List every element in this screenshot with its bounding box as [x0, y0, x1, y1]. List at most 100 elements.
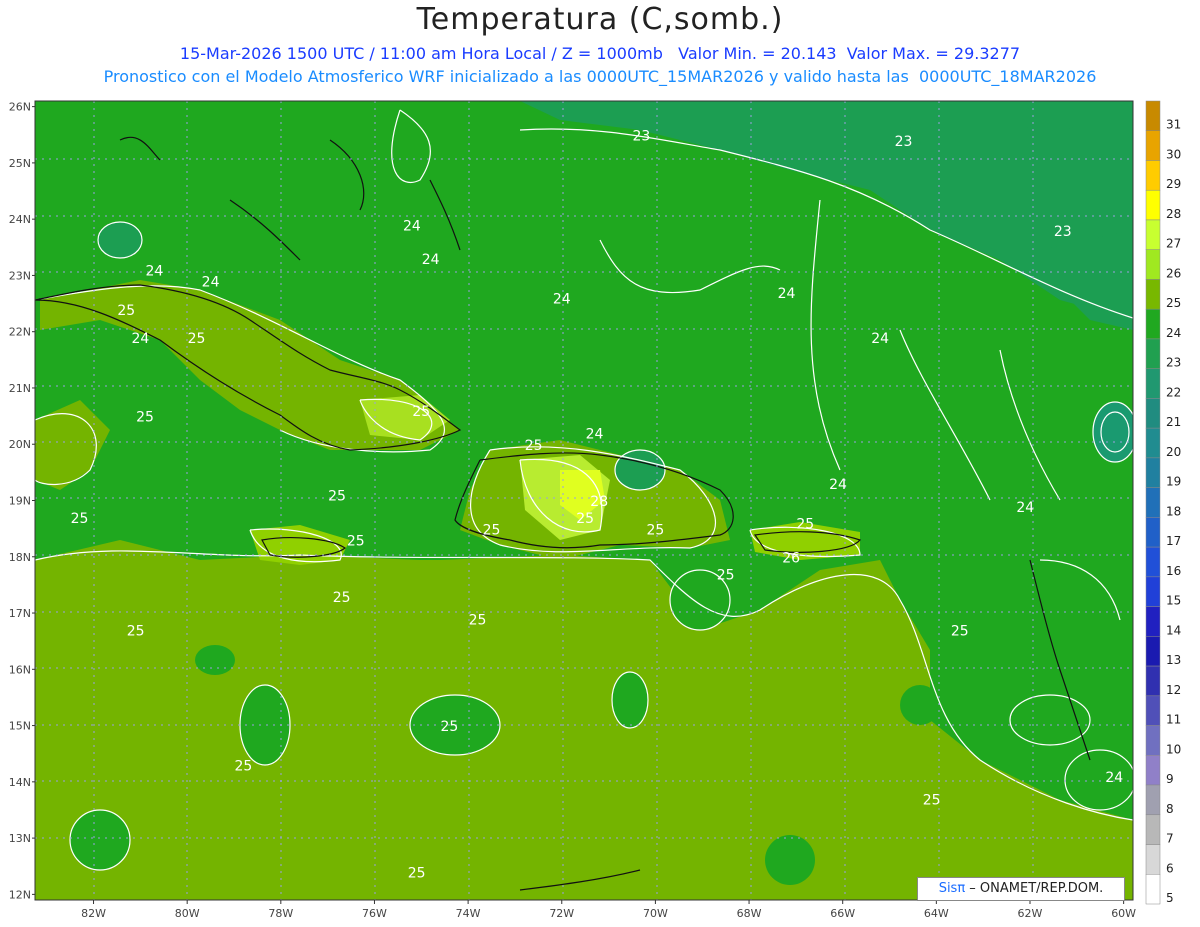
- map-title: Temperatura (C,somb.): [416, 2, 784, 37]
- colorbar-cell: [1145, 636, 1161, 667]
- lon-tick-label: 80W: [175, 907, 200, 920]
- contour-label: 24: [403, 218, 421, 234]
- colorbar-label: 26: [1166, 266, 1181, 280]
- sispi-logo: Sisπ: [938, 881, 966, 896]
- contour-label: 24: [778, 286, 796, 302]
- lat-tick-label: 22N: [9, 326, 31, 339]
- lat-tick-label: 12N: [9, 888, 31, 901]
- lat-tick-label: 18N: [9, 551, 31, 564]
- contour-label: 25: [796, 517, 814, 533]
- colorbar-cell: [1145, 338, 1161, 369]
- contour-label: 25: [188, 331, 206, 347]
- colorbar-label: 19: [1166, 475, 1181, 489]
- colorbar-cell: [1145, 368, 1161, 399]
- contour-label: 25: [951, 624, 969, 640]
- contour-label: 24: [145, 263, 163, 279]
- contour-label: 24: [553, 292, 571, 308]
- lon-tick-label: 64W: [924, 907, 949, 920]
- colorbar-cell: [1145, 308, 1161, 340]
- contour-label: 25: [136, 410, 154, 426]
- colorbar-cell: [1145, 189, 1161, 221]
- field-24-pocket-4: [195, 645, 235, 675]
- colorbar-cell: [1145, 517, 1161, 548]
- longitude-axis: 82W 80W 78W 76W 74W 72W 70W 68W 66W 64W 62W 60W: [81, 900, 1136, 920]
- lat-tick-label: 15N: [9, 720, 31, 733]
- lon-tick-label: 62W: [1018, 907, 1043, 920]
- colorbar-cell: [1145, 487, 1161, 518]
- contour-label: 24: [829, 477, 847, 493]
- contour-label: 24: [1016, 500, 1034, 516]
- contour-label: 24: [422, 252, 440, 268]
- latitude-axis: 26N 25N 24N 23N 22N 21N 20N 19N 18N 17N 16N 15N 14N 1…: [9, 101, 35, 901]
- lat-tick-label: 16N: [9, 663, 31, 676]
- colorbar-label: 21: [1166, 415, 1181, 429]
- contour-label: 25: [117, 303, 135, 319]
- lon-tick-label: 60W: [1111, 907, 1136, 920]
- lat-tick-label: 13N: [9, 832, 31, 845]
- contour-label: 25: [234, 759, 252, 775]
- lat-tick-label: 24N: [9, 213, 31, 226]
- contour-label: 25: [408, 865, 426, 881]
- lat-tick-label: 23N: [9, 269, 31, 282]
- colorbar-cell: [1145, 546, 1161, 578]
- colorbar-label: 14: [1166, 623, 1181, 637]
- contour-label: 25: [923, 792, 941, 808]
- cool-pocket-ne: [1020, 104, 1080, 132]
- contour-label: 28: [590, 494, 608, 510]
- colorbar-label: 27: [1166, 237, 1181, 251]
- colorbar-label: 22: [1166, 385, 1181, 399]
- colorbar-cell: [1145, 427, 1161, 459]
- colorbar-label: 8: [1166, 802, 1174, 816]
- colorbar-label: 20: [1166, 445, 1181, 459]
- contour-label: 25: [483, 522, 501, 538]
- colorbar-cell: [1145, 814, 1161, 845]
- lat-tick-label: 14N: [9, 776, 31, 789]
- colorbar-cell: [1145, 130, 1161, 161]
- colorbar-label: 13: [1166, 653, 1181, 667]
- colorbar-label: 9: [1166, 772, 1174, 786]
- colorbar-cell: [1145, 249, 1161, 280]
- lon-tick-label: 74W: [456, 907, 481, 920]
- colorbar-label: 10: [1166, 742, 1181, 756]
- model-info-line: Pronostico con el Modelo Atmosferico WRF…: [103, 67, 1097, 86]
- colorbar-cell: [1145, 784, 1161, 816]
- colorbar-cell: [1145, 100, 1161, 131]
- lat-tick-label: 21N: [9, 382, 31, 395]
- contour-label: 25: [469, 612, 487, 628]
- contour-label: 24: [586, 427, 604, 443]
- colorbar-cell: [1145, 279, 1161, 310]
- credit-box: Sisπ – ONAMET/REP.DOM.: [917, 877, 1125, 901]
- colorbar-cell: [1145, 844, 1161, 875]
- colorbar-cell: [1145, 874, 1161, 905]
- colorbar-cell: [1145, 219, 1161, 250]
- colorbar-cell: [1145, 160, 1161, 191]
- colorbar-label: 16: [1166, 564, 1181, 578]
- contour-label: 25: [71, 511, 89, 527]
- contour-label: 23: [895, 134, 913, 150]
- colorbar-label: 5: [1166, 891, 1174, 905]
- contour-label: 25: [440, 719, 458, 735]
- contour-label: 23: [1054, 224, 1072, 240]
- colorbar-label: 31: [1166, 118, 1181, 132]
- colorbar-label: 6: [1166, 861, 1174, 875]
- map-field: 23 23 23 24 24 24 24 24 24 24 24 24 24 24 24 25 25 25 25 25…: [35, 101, 1133, 900]
- colorbar-cell: [1145, 665, 1161, 697]
- colorbar-cell: [1145, 606, 1161, 637]
- contour-label: 24: [131, 331, 149, 347]
- contour-label: 24: [202, 275, 220, 291]
- lon-tick-label: 68W: [737, 907, 762, 920]
- colorbar-label: 28: [1166, 207, 1181, 221]
- lon-tick-label: 78W: [268, 907, 293, 920]
- lon-tick-label: 82W: [81, 907, 106, 920]
- lat-tick-label: 19N: [9, 495, 31, 508]
- colorbar-cell: [1145, 755, 1161, 786]
- colorbar-label: 17: [1166, 534, 1181, 548]
- forecast-time-line: 15-Mar-2026 1500 UTC / 11:00 am Hora Loc…: [179, 44, 1021, 63]
- contour-label: 25: [576, 511, 594, 527]
- contour-label: 23: [632, 128, 650, 144]
- colorbar-label: 18: [1166, 504, 1181, 518]
- colorbar-cell: [1145, 457, 1161, 488]
- colorbar-label: 7: [1166, 832, 1174, 846]
- field-24-pocket-6: [900, 685, 940, 725]
- contour-label: 25: [333, 590, 351, 606]
